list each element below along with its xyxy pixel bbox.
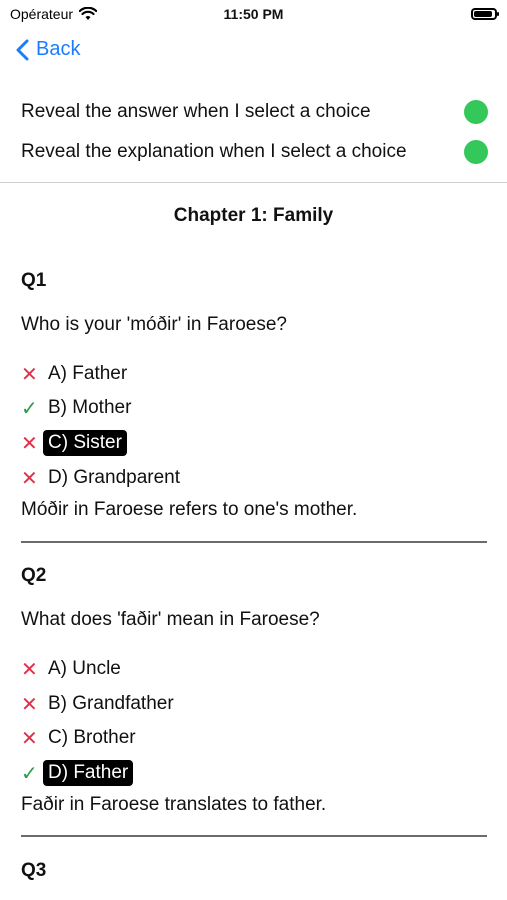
question-separator <box>21 835 487 837</box>
battery-icon <box>471 8 499 20</box>
question-title: Q2 <box>21 565 47 586</box>
reveal-explanation-label: Reveal the explanation when I select a c… <box>21 141 407 162</box>
choice-item[interactable]: ✕ D) Grandparent <box>21 464 185 492</box>
back-label: Back <box>36 38 81 60</box>
divider <box>0 182 507 183</box>
reveal-answer-row: Reveal the answer when I select a choice <box>21 98 488 126</box>
status-bar: Opérateur 11:50 PM <box>0 0 507 30</box>
x-mark-icon: ✕ <box>21 693 38 716</box>
reveal-answer-toggle[interactable] <box>464 100 488 124</box>
x-mark-icon: ✕ <box>21 727 38 750</box>
explanation-text: Móðir in Faroese refers to one's mother. <box>21 499 358 520</box>
choice-item[interactable]: ✕ C) Brother <box>21 724 141 752</box>
choice-label[interactable]: B) Mother <box>43 395 136 421</box>
x-mark-icon: ✕ <box>21 467 38 490</box>
choice-item[interactable]: ✕ A) Uncle <box>21 655 126 683</box>
choice-label-selected[interactable]: D) Father <box>43 760 134 786</box>
choice-label[interactable]: C) Brother <box>43 725 141 751</box>
check-mark-icon: ✓ <box>21 762 38 785</box>
choice-item[interactable]: ✕ B) Grandfather <box>21 690 179 718</box>
chapter-title: Chapter 1: Family <box>173 205 334 226</box>
check-mark-icon: ✓ <box>21 397 38 420</box>
x-mark-icon: ✕ <box>21 363 38 386</box>
choice-item[interactable]: ✕ A) Father <box>21 360 132 388</box>
question-separator <box>21 541 487 543</box>
question-title: Q1 <box>21 270 47 291</box>
back-button[interactable]: Back <box>14 38 80 61</box>
reveal-answer-label: Reveal the answer when I select a choice <box>21 101 371 122</box>
choice-item[interactable]: ✓ D) Father <box>21 759 134 787</box>
chevron-left-icon <box>16 39 29 60</box>
question-text: What does 'faðir' mean in Faroese? <box>21 609 320 630</box>
choice-label[interactable]: D) Grandparent <box>43 465 185 491</box>
reveal-explanation-toggle[interactable] <box>464 140 488 164</box>
question-text: Who is your 'móðir' in Faroese? <box>21 314 287 335</box>
x-mark-icon: ✕ <box>21 658 38 681</box>
choice-label[interactable]: A) Father <box>43 361 132 387</box>
status-time: 11:50 PM <box>223 6 284 22</box>
reveal-explanation-row: Reveal the explanation when I select a c… <box>21 138 488 166</box>
question-title: Q3 <box>21 860 47 881</box>
x-mark-icon: ✕ <box>21 432 38 455</box>
explanation-text: Faðir in Faroese translates to father. <box>21 794 327 815</box>
choice-item[interactable]: ✕ C) Sister <box>21 429 127 457</box>
choice-label[interactable]: B) Grandfather <box>43 691 179 717</box>
choice-label-selected[interactable]: C) Sister <box>43 430 127 456</box>
choice-label[interactable]: A) Uncle <box>43 656 126 682</box>
choice-item[interactable]: ✓ B) Mother <box>21 394 136 422</box>
